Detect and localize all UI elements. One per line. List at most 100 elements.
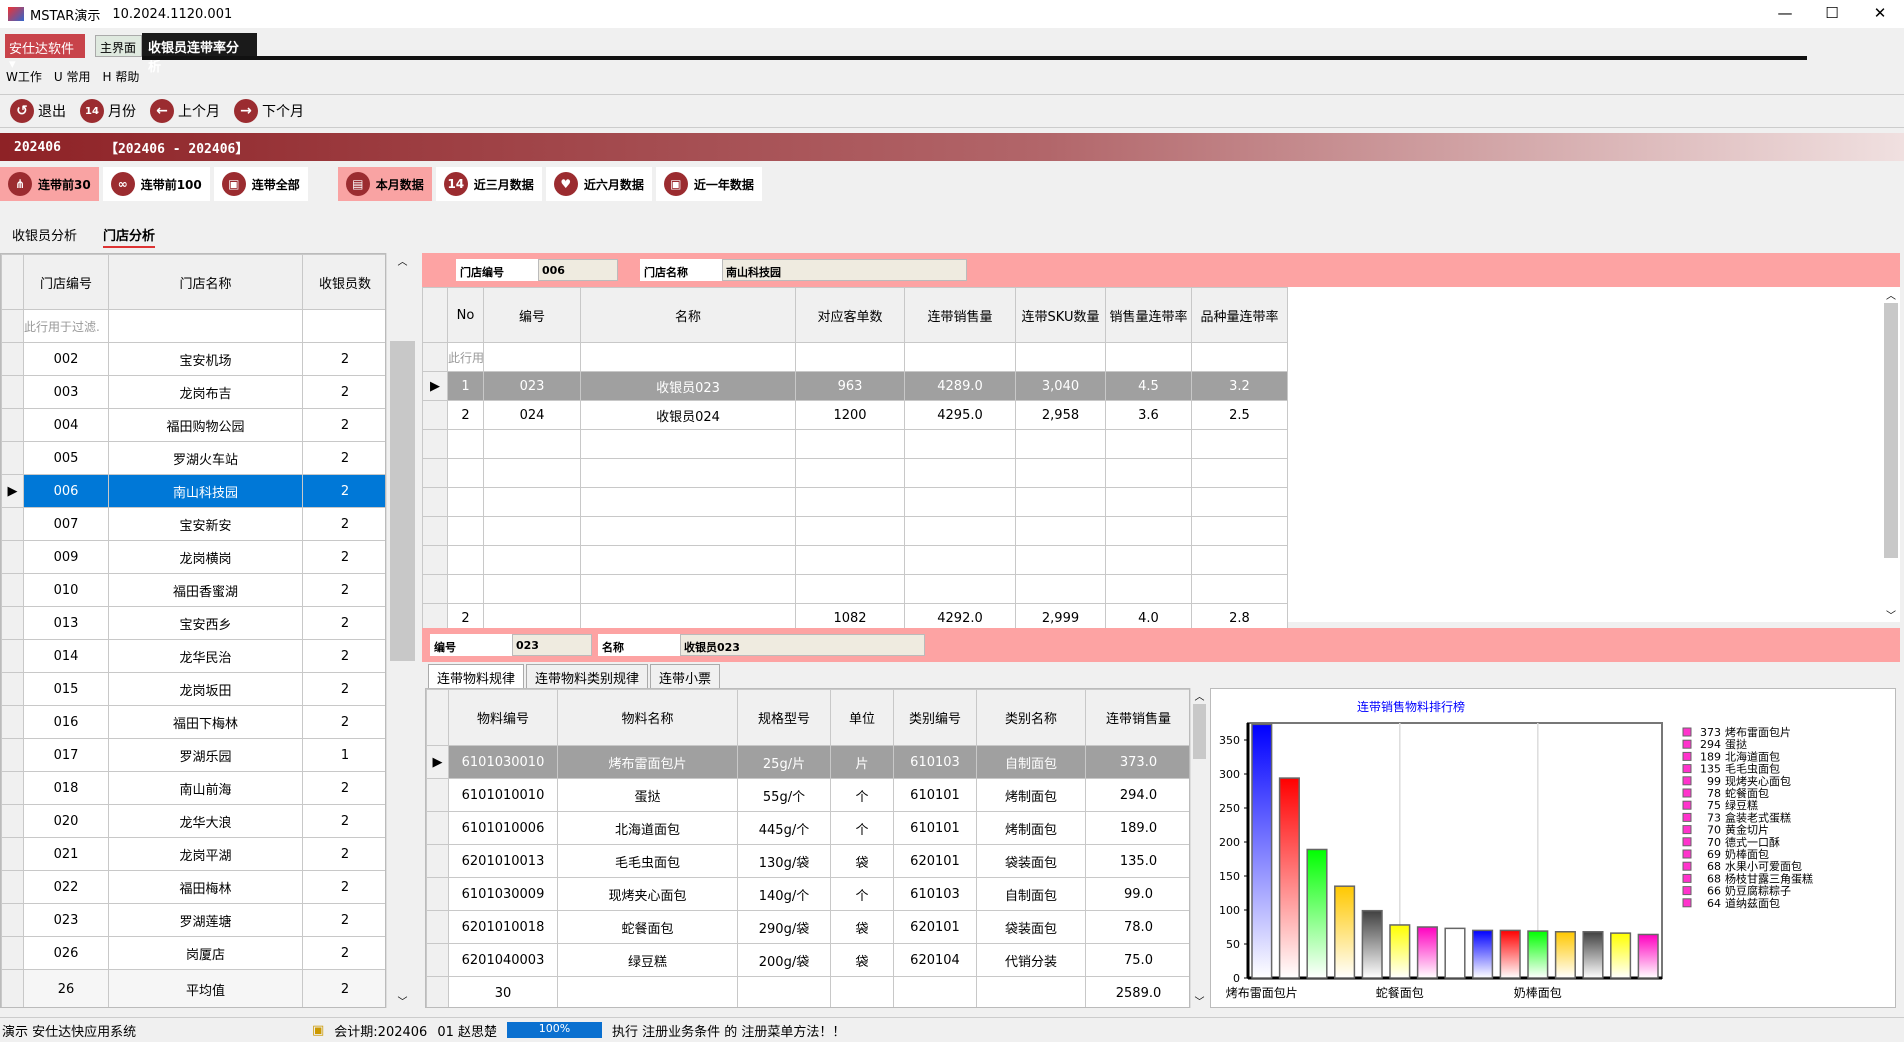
- table-row[interactable]: 018 南山前海 2: [1, 771, 385, 805]
- filter-cell[interactable]: [483, 342, 581, 372]
- table-row[interactable]: 016 福田下梅林 2: [1, 705, 385, 739]
- column-header[interactable]: 规格型号: [737, 689, 831, 746]
- table-row[interactable]: 005 罗湖火车站 2: [1, 441, 385, 475]
- menu-common[interactable]: U 常用: [54, 68, 91, 88]
- filter-cell[interactable]: [302, 309, 385, 343]
- store-name-field[interactable]: 南山科技园: [722, 259, 967, 281]
- table-row[interactable]: 021 龙岗平湖 2: [1, 837, 385, 871]
- filter-button[interactable]: ∞ 连带前100: [102, 167, 210, 201]
- col-store-name[interactable]: 门店名称: [108, 254, 303, 310]
- table-row[interactable]: 026 岗厦店 2: [1, 936, 385, 970]
- column-header[interactable]: 类别名称: [976, 689, 1086, 746]
- table-row[interactable]: 015 龙岗坂田 2: [1, 672, 385, 706]
- filter-cell[interactable]: [904, 342, 1016, 372]
- column-header[interactable]: 销售量连带率: [1105, 287, 1192, 343]
- table-row[interactable]: 6101030009 现烤夹心面包 140g/个个 610103 自制面包 99.0: [426, 877, 1189, 911]
- table-row[interactable]: 014 龙华民治 2: [1, 639, 385, 673]
- legend-label: 德式一口酥: [1725, 835, 1780, 849]
- table-row[interactable]: 6101010010 蛋挞 55g/个个 610101 烤制面包 294.0: [426, 778, 1189, 812]
- table-row[interactable]: 022 福田梅林 2: [1, 870, 385, 904]
- column-header[interactable]: No: [447, 287, 484, 343]
- column-header[interactable]: 对应客单数: [795, 287, 905, 343]
- table-row[interactable]: 6201010013 毛毛虫面包 130g/袋袋 620101 袋装面包 135.0: [426, 844, 1189, 878]
- legend-label: 盒装老式蛋糕: [1725, 810, 1791, 824]
- maximize-button[interactable]: ☐: [1812, 4, 1852, 22]
- filter-cell[interactable]: [580, 342, 796, 372]
- store-code-field[interactable]: 006: [538, 259, 618, 281]
- table-row[interactable]: 002 宝安机场 2: [1, 342, 385, 376]
- filter-button[interactable]: ⋔ 连带前30: [0, 167, 99, 201]
- filter-button[interactable]: ♥ 近六月数据: [545, 167, 652, 201]
- cashier-name-field[interactable]: 收银员023: [680, 634, 925, 656]
- table-row[interactable]: 009 龙岗横岗 2: [1, 540, 385, 574]
- table-row[interactable]: ▶ 006 南山科技园 2: [1, 474, 385, 508]
- table-row[interactable]: 004 福田购物公园 2: [1, 408, 385, 442]
- filter-cell[interactable]: 此行用于过滤.: [23, 309, 109, 343]
- column-header[interactable]: 连带销售量: [904, 287, 1016, 343]
- filter-row[interactable]: 此行用于过滤.: [1, 309, 385, 343]
- table-row[interactable]: 023 罗湖莲塘 2: [1, 903, 385, 937]
- tab-main[interactable]: 主界面: [95, 35, 142, 57]
- filter-row[interactable]: 此行用: [422, 342, 1288, 372]
- table-row[interactable]: ▶ 6101030010 烤布雷面包片 25g/片片 610103 自制面包 373.0: [426, 745, 1189, 779]
- column-header[interactable]: 物料编号: [448, 689, 558, 746]
- column-header[interactable]: 连带SKU数量: [1015, 287, 1106, 343]
- items-scrollbar[interactable]: ︿ ﹀: [1190, 688, 1208, 1008]
- column-header[interactable]: 连带销售量: [1085, 689, 1189, 746]
- menu-work[interactable]: W工作: [6, 68, 42, 88]
- tab-receipts[interactable]: 连带小票: [650, 664, 721, 691]
- tab-category-pattern[interactable]: 连带物料类别规律: [526, 664, 649, 691]
- next-month-button[interactable]: → 下个月: [234, 99, 304, 123]
- table-row[interactable]: ▶ 1 023 收银员023 963 4289.0 3,040 4.5 3.2: [422, 371, 1288, 401]
- exit-button[interactable]: ↺ 退出: [10, 99, 66, 123]
- prev-month-button[interactable]: ← 上个月: [150, 99, 220, 123]
- filter-cell[interactable]: 此行用: [447, 342, 484, 372]
- menu-help[interactable]: H 帮助: [102, 68, 139, 88]
- minimize-button[interactable]: —: [1765, 4, 1805, 22]
- table-row[interactable]: 020 龙华大浪 2: [1, 804, 385, 838]
- column-header[interactable]: 物料名称: [557, 689, 738, 746]
- table-row[interactable]: 010 福田香蜜湖 2: [1, 573, 385, 607]
- cell: 宝安机场: [108, 342, 303, 376]
- col-cashier-count[interactable]: 收银员数: [302, 254, 385, 310]
- column-header[interactable]: 名称: [580, 287, 796, 343]
- column-header[interactable]: 品种量连带率: [1191, 287, 1288, 343]
- tab-cashier-analysis-view[interactable]: 收银员分析: [12, 222, 77, 248]
- filter-button[interactable]: ▤ 本月数据: [337, 167, 432, 201]
- store-grid-scrollbar[interactable]: ︿ ﹀: [386, 253, 418, 1008]
- table-row[interactable]: 6201040003 绿豆糕 200g/袋袋 620104 代销分装 75.0: [426, 943, 1189, 977]
- table-row[interactable]: 013 宝安西乡 2: [1, 606, 385, 640]
- filter-cell[interactable]: [1015, 342, 1106, 372]
- filter-cell[interactable]: [795, 342, 905, 372]
- filter-button[interactable]: ▣ 近一年数据: [655, 167, 762, 201]
- column-header[interactable]: 编号: [483, 287, 581, 343]
- scroll-thumb[interactable]: [390, 341, 415, 661]
- cashier-scrollbar[interactable]: ︿ ﹀: [1882, 287, 1900, 622]
- tab-cashier-analysis[interactable]: 收银员连带率分析: [142, 33, 257, 75]
- row-header: [426, 943, 449, 977]
- table-row[interactable]: 6101010006 北海道面包 445g/个个 610101 烤制面包 189.0: [426, 811, 1189, 845]
- scroll-thumb[interactable]: [1193, 704, 1206, 759]
- table-row[interactable]: 007 宝安新安 2: [1, 507, 385, 541]
- filter-label: 近六月数据: [583, 177, 644, 192]
- tab-store-analysis-view[interactable]: 门店分析: [103, 222, 156, 248]
- x-tick-label: 蛇餐面包: [1376, 985, 1424, 1000]
- tab-item-pattern[interactable]: 连带物料规律: [428, 664, 525, 691]
- filter-button[interactable]: 14 近三月数据: [435, 167, 542, 201]
- table-row[interactable]: 6201010018 蛇餐面包 290g/袋袋 620101 袋装面包 78.0: [426, 910, 1189, 944]
- filter-button[interactable]: ▣ 连带全部: [213, 167, 308, 201]
- table-row[interactable]: 2 024 收银员024 1200 4295.0 2,958 3.6 2.5: [422, 400, 1288, 430]
- column-header[interactable]: 类别编号: [893, 689, 977, 746]
- filter-cell[interactable]: [1191, 342, 1288, 372]
- filter-cell[interactable]: [108, 309, 303, 343]
- close-button[interactable]: ✕: [1860, 4, 1900, 22]
- month-button[interactable]: 14 月份: [80, 99, 136, 123]
- brand-menu-button[interactable]: 安仕达软件 ▾: [5, 34, 85, 72]
- scroll-thumb[interactable]: [1884, 303, 1898, 558]
- table-row[interactable]: 003 龙岗布吉 2: [1, 375, 385, 409]
- cashier-code-field[interactable]: 023: [512, 634, 592, 656]
- filter-cell[interactable]: [1105, 342, 1192, 372]
- table-row[interactable]: 017 罗湖乐园 1: [1, 738, 385, 772]
- column-header[interactable]: 单位: [830, 689, 894, 746]
- col-store-code[interactable]: 门店编号: [23, 254, 109, 310]
